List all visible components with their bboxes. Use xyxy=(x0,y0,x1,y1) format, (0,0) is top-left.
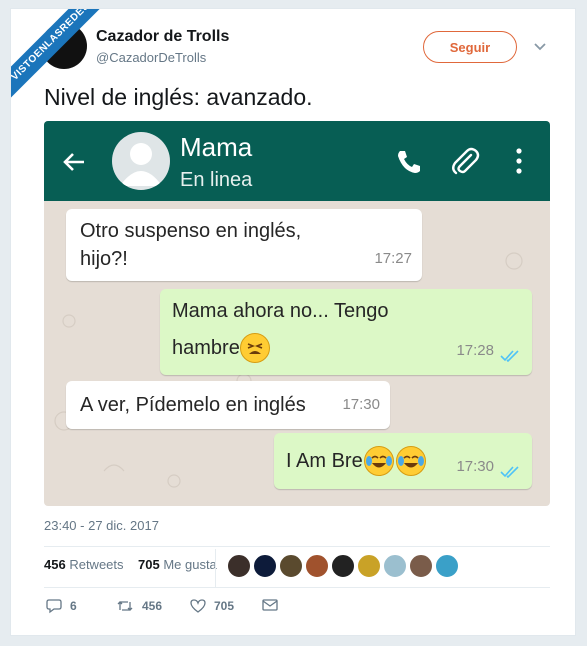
reply-count: 6 xyxy=(70,599,77,613)
liker-avatar[interactable] xyxy=(331,554,355,578)
message-bubble-incoming[interactable]: A ver, Pídemelo en inglés 17:30 xyxy=(66,381,390,429)
liker-avatar[interactable] xyxy=(253,554,277,578)
liker-avatar[interactable] xyxy=(435,554,459,578)
tears-of-joy-emoji-icon xyxy=(363,446,394,476)
divider xyxy=(44,546,550,547)
message-time: 17:27 xyxy=(374,250,412,267)
tweet-card: VISTOENLASREDES Cazador de Trolls @Cazad… xyxy=(10,8,576,636)
message-line: I Am Bre xyxy=(286,446,426,476)
watermark-text: VISTOENLASREDES xyxy=(11,9,111,107)
message-time: 17:28 xyxy=(456,342,494,359)
like-count: 705 xyxy=(214,599,235,613)
paperclip-icon[interactable] xyxy=(449,145,481,177)
message-text: A ver, Pídemelo en inglés xyxy=(80,394,306,416)
message-bubble-outgoing[interactable]: I Am Bre 17:30 xyxy=(274,433,532,489)
tweet-stats: 456 Retweets 705 Me gusta xyxy=(44,557,217,575)
likes-stat[interactable]: 705 Me gusta xyxy=(138,557,217,572)
message-text: Otro suspenso en inglés, xyxy=(80,220,302,242)
liker-avatar[interactable] xyxy=(409,554,433,578)
message-text: hambre xyxy=(172,337,240,359)
default-user-icon xyxy=(120,143,162,186)
retweets-label: Retweets xyxy=(69,557,124,572)
liker-avatar[interactable] xyxy=(357,554,381,578)
heart-icon xyxy=(190,599,206,613)
retweet-icon xyxy=(117,601,133,611)
follow-button[interactable]: Seguir xyxy=(423,31,517,63)
message-line: hambre xyxy=(172,333,270,363)
read-receipt-icon xyxy=(500,350,519,362)
retweet-button[interactable]: 456 xyxy=(116,598,162,614)
liker-avatar[interactable] xyxy=(383,554,407,578)
reply-icon xyxy=(46,599,62,614)
retweet-count: 456 xyxy=(142,599,163,613)
likes-count: 705 xyxy=(137,557,160,572)
message-text: Mama ahora no... Tengo xyxy=(172,300,389,322)
author-name[interactable]: Cazador de Trolls xyxy=(96,28,229,46)
tired-face-emoji-icon xyxy=(239,333,270,363)
page-edge xyxy=(577,0,587,646)
liker-avatar[interactable] xyxy=(305,554,329,578)
message-time: 17:30 xyxy=(342,396,380,413)
read-receipt-icon xyxy=(500,466,519,478)
message-time: 17:30 xyxy=(456,458,494,475)
chevron-down-icon[interactable] xyxy=(533,39,547,53)
reply-button[interactable]: 6 xyxy=(46,598,77,614)
back-arrow-icon[interactable] xyxy=(60,148,88,176)
tears-of-joy-emoji-icon xyxy=(395,446,426,476)
like-button[interactable]: 705 xyxy=(190,598,234,614)
phone-icon[interactable] xyxy=(394,147,422,175)
liker-avatar[interactable] xyxy=(279,554,303,578)
message-text: hijo?! xyxy=(80,248,128,270)
contact-avatar[interactable] xyxy=(112,132,170,190)
divider xyxy=(44,587,550,588)
more-vertical-icon[interactable] xyxy=(514,147,524,175)
message-bubble-incoming[interactable]: Otro suspenso en inglés, hijo?! 17:27 xyxy=(66,209,422,281)
author-handle[interactable]: @CazadorDeTrolls xyxy=(96,50,206,65)
tweet-timestamp[interactable]: 23:40 - 27 dic. 2017 xyxy=(44,518,159,533)
watermark-ribbon: VISTOENLASREDES xyxy=(11,9,111,109)
message-text: I Am Bre xyxy=(286,450,363,472)
envelope-icon xyxy=(262,599,278,611)
contact-name[interactable]: Mama xyxy=(180,132,252,163)
retweets-stat[interactable]: 456 Retweets xyxy=(44,557,124,572)
message-bubble-outgoing[interactable]: Mama ahora no... Tengo hambre 17:28 xyxy=(160,289,532,375)
message-button[interactable] xyxy=(262,598,286,612)
retweets-count: 456 xyxy=(44,557,66,572)
likes-label: Me gusta xyxy=(163,557,217,572)
divider xyxy=(215,549,216,587)
contact-status: En linea xyxy=(180,169,253,191)
chat-screenshot: Mama En linea Otro suspenso en inglés, h… xyxy=(44,121,550,506)
chat-header: Mama En linea xyxy=(44,121,550,201)
liker-avatar[interactable] xyxy=(227,554,251,578)
